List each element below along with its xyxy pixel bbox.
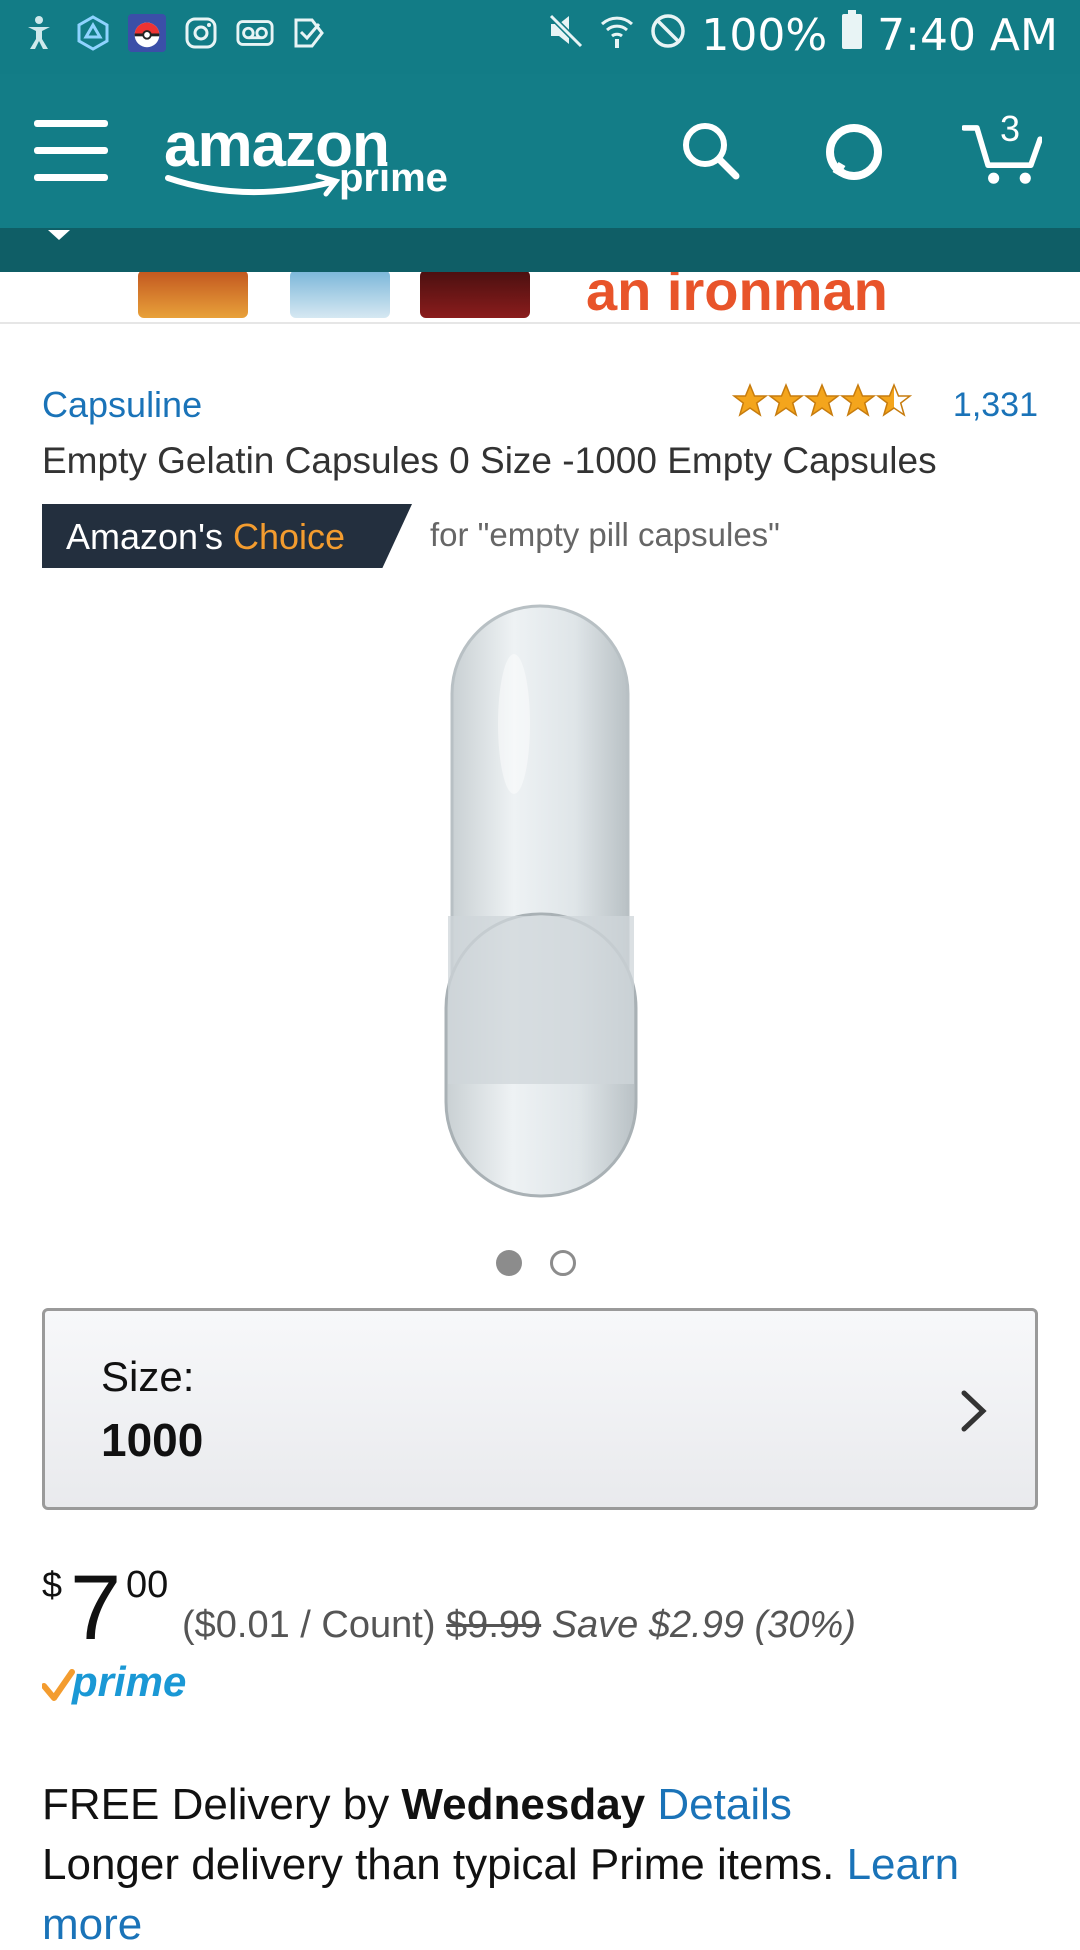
checkmark-icon [290,14,328,52]
brand-link[interactable]: Capsuline [42,384,202,426]
alexa-icon[interactable] [814,112,894,192]
learn-more-link[interactable]: Learn [847,1840,960,1889]
delivery-day: Wednesday [401,1780,646,1829]
dropdown-caret-icon[interactable] [46,228,72,244]
rating-stars[interactable] [732,382,912,422]
chevron-right-icon [961,1390,987,1432]
prime-check-icon [41,1669,75,1701]
banner-product-image [138,272,248,318]
image-pager[interactable] [496,1250,576,1276]
half-star-icon [875,383,912,417]
promo-banner[interactable]: an ironman [0,272,1080,324]
notification-icons [20,14,328,52]
price-details: ($0.01 / Count) $9.99 Save $2.99 (30%) [182,1604,856,1647]
star-icon [767,383,805,417]
choice-keyword: for "empty pill capsules" [430,516,780,553]
amazons-choice-badge: Amazon's Choice [42,504,412,568]
product-title: Empty Gelatin Capsules 0 Size -1000 Empt… [42,440,937,481]
search-icon[interactable] [670,110,750,190]
price-fraction: 00 [126,1564,169,1606]
price-whole: 7 [70,1557,122,1659]
mute-icon [545,10,585,61]
unit-price: ($0.01 / Count) [182,1604,436,1646]
status-bar: 100% 7:40 AM [0,0,1080,74]
amazon-prime-logo[interactable]: amazon prime [164,110,464,200]
do-not-disturb-icon [649,10,687,61]
pager-dot[interactable] [550,1250,576,1276]
ingress-icon [74,14,112,52]
cart-count: 3 [1000,108,1021,149]
banner-product-image [290,272,390,318]
size-label: Size: [101,1353,195,1400]
battery-percent: 100% [701,10,828,61]
banner-text: an ironman [586,272,888,322]
instagram-icon [182,14,220,52]
details-link[interactable]: Details [657,1780,792,1829]
battery-icon [841,10,863,61]
wifi-icon [599,10,635,61]
star-icon [732,383,769,417]
choice-word: Choice [232,516,346,557]
star-icon [839,383,877,417]
pager-dot-active[interactable] [496,1250,522,1276]
choice-prefix: Amazon's [66,516,233,557]
star-icon [803,383,841,417]
delivery-note-text: Longer delivery than typical Prime items… [42,1840,835,1889]
product-image[interactable] [444,604,638,1198]
pokeball-icon [128,14,166,52]
savings: Save $2.99 (30%) [551,1604,856,1646]
accessibility-icon [20,14,58,52]
logo-sub: prime [339,156,448,200]
header-subbar [0,228,1080,272]
list-price: $9.99 [446,1604,542,1646]
size-value: 1000 [101,1414,204,1466]
app-header: amazon prime 3 [0,74,1080,228]
banner-product-image [420,272,530,318]
system-status: 100% 7:40 AM [545,10,1058,61]
rating-count-link[interactable]: 1,331 [953,386,1038,425]
learn-more-link-continued[interactable]: more [42,1900,142,1950]
clock: 7:40 AM [877,10,1058,61]
smile-arrow-icon [165,173,341,197]
size-selector[interactable]: Size: 1000 [42,1308,1038,1510]
prime-label: prime [71,1662,186,1705]
prime-badge: prime [41,1658,212,1713]
delivery-note: Longer delivery than typical Prime items… [42,1840,959,1890]
price-block: $ 7 00 ($0.01 / Count) $9.99 Save $2.99 … [42,1557,1042,1659]
delivery-line: FREE Delivery by Wednesday Details [42,1780,792,1830]
menu-icon[interactable] [34,120,108,181]
price-currency: $ [42,1564,63,1605]
delivery-prefix: FREE Delivery by [42,1780,402,1829]
voicemail-icon [236,14,274,52]
